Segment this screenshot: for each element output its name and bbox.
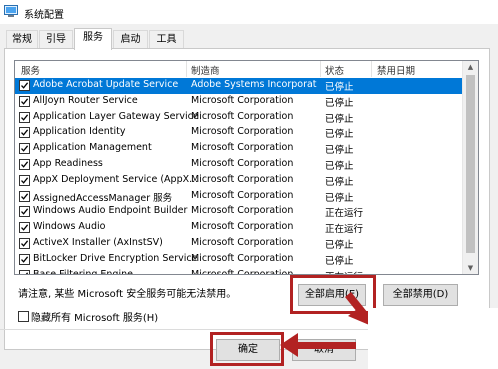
tab-services[interactable]: 服务 [74,28,112,50]
overlay-blank [368,308,498,369]
